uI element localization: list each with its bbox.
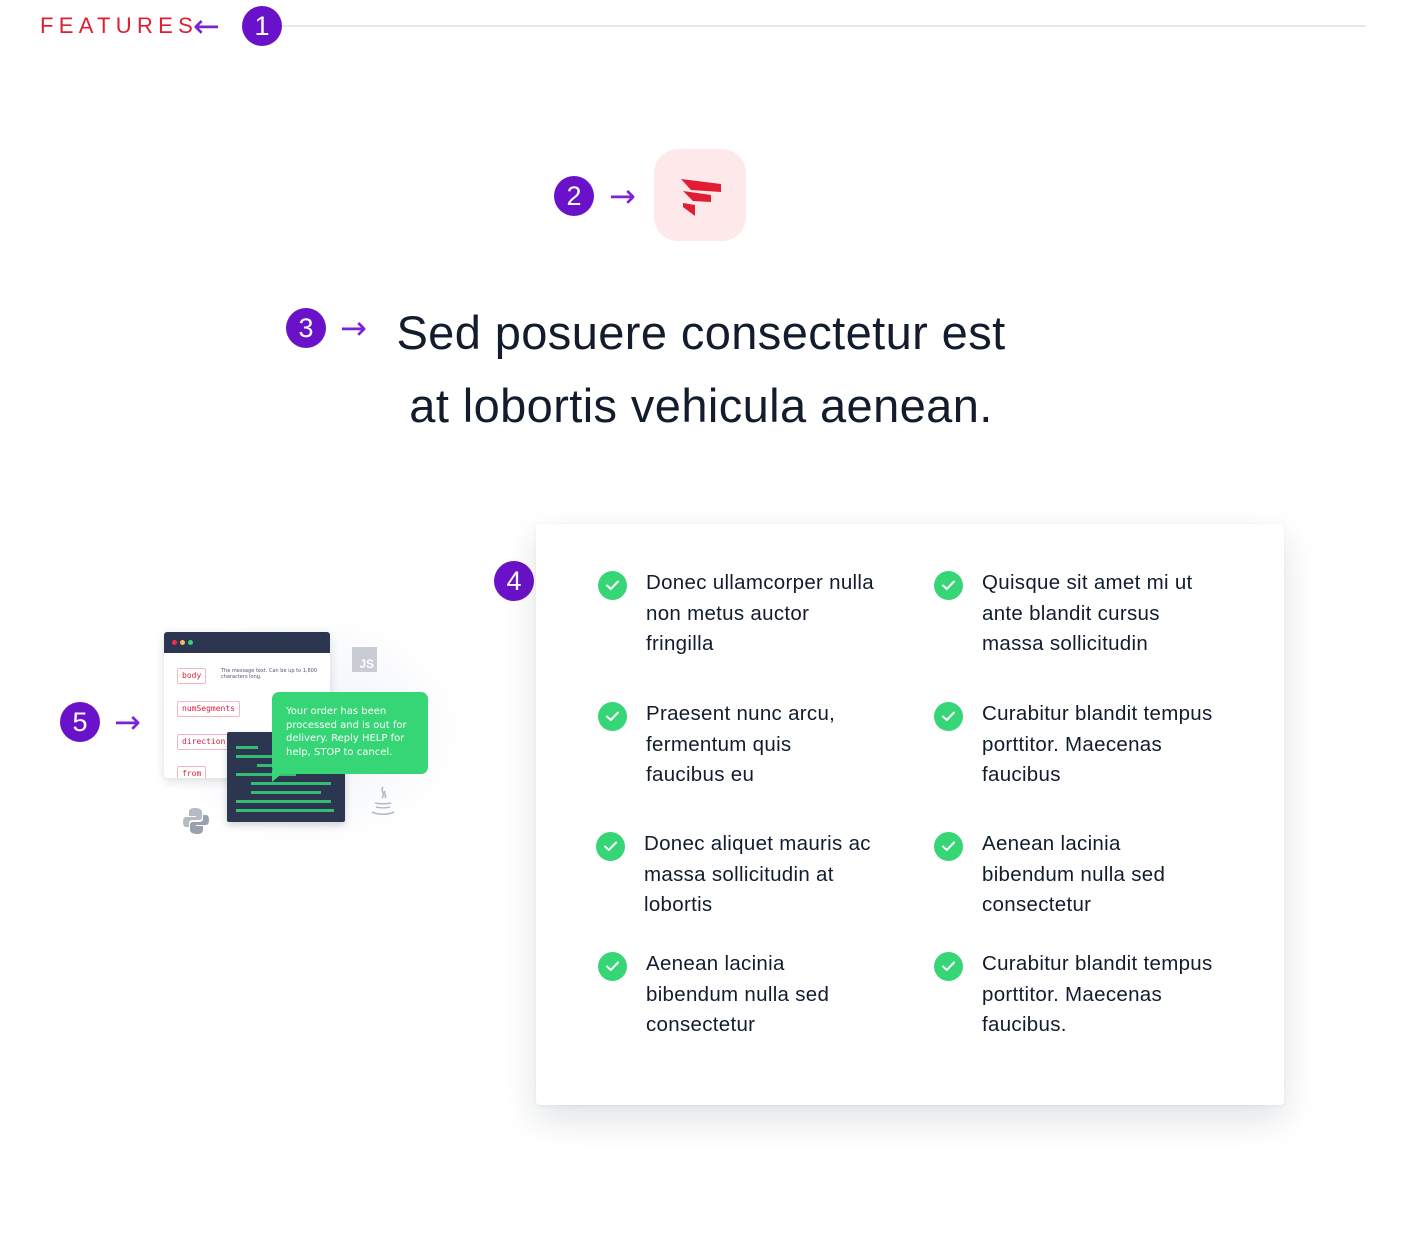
- features-eyebrow-label: FEATURES: [40, 13, 199, 38]
- feature-text-line: massa sollicitudin: [982, 632, 1149, 656]
- feature-text-line: Donec ullamcorper nulla: [646, 571, 874, 594]
- java-icon: [371, 786, 395, 816]
- feature-text-line: non metus auctor: [646, 601, 810, 625]
- header-divider: [282, 25, 1366, 27]
- feature-text-line: Curabitur blandit tempus: [982, 702, 1213, 725]
- headline-line-2: at lobortis vehicula aenean.: [409, 379, 993, 432]
- checkmark-icon: [596, 832, 625, 861]
- feature-text: Aenean lacinia bibendum nulla sed consecte…: [646, 949, 906, 1041]
- feature-text-line: faucibus.: [982, 1013, 1067, 1037]
- feature-text-line: Curabitur blandit tempus: [982, 952, 1213, 975]
- param-num-segments: numSegments: [177, 701, 240, 717]
- window-minimize-dot: [180, 640, 185, 645]
- checkmark-icon: [598, 952, 627, 981]
- python-icon: [183, 808, 209, 834]
- annotation-arrow-5: →: [114, 703, 141, 741]
- checkmark-icon: [598, 702, 627, 731]
- feature-text-line: Quisque sit amet mi ut: [982, 571, 1193, 594]
- param-body: body: [177, 668, 207, 684]
- feature-text-line: bibendum nulla sed: [646, 982, 830, 1006]
- annotation-marker-3: 3: [286, 308, 326, 348]
- feature-text: Donec ullamcorper nulla non metus auctor f…: [646, 568, 906, 660]
- feature-text-line: consectetur: [646, 1013, 756, 1037]
- checkmark-icon: [934, 702, 963, 731]
- feature-text-line: fringilla: [646, 632, 714, 656]
- code-line: [236, 800, 331, 803]
- code-line: [236, 746, 258, 749]
- feature-text-line: Donec aliquet mauris ac: [644, 832, 871, 855]
- feature-text: Curabitur blandit tempus porttitor. Maece…: [982, 949, 1242, 1041]
- annotation-marker-1: 1: [242, 6, 282, 46]
- api-illustration: body The message text. Can be up to 1,60…: [150, 600, 470, 860]
- brand-logo-icon: [681, 179, 721, 216]
- annotation-arrow-2: →: [609, 177, 636, 215]
- feature-list-card: Donec ullamcorper nulla non metus auctor f…: [536, 524, 1284, 1105]
- code-line: [251, 782, 331, 785]
- feature-text-line: Aenean lacinia: [646, 952, 785, 975]
- checkmark-icon: [934, 571, 963, 600]
- feature-text-line: faucibus eu: [646, 763, 755, 787]
- headline-line-1: Sed posuere consectetur est: [396, 306, 1006, 359]
- feature-text-line: porttitor. Maecenas: [982, 982, 1163, 1006]
- feature-text-line: massa sollicitudin at: [644, 862, 834, 886]
- param-description: The message text. Can be up to 1,600 cha…: [221, 668, 318, 680]
- window-close-dot: [172, 640, 177, 645]
- window-zoom-dot: [188, 640, 193, 645]
- feature-text: Aenean lacinia bibendum nulla sed consecte…: [982, 829, 1242, 921]
- feature-text: Curabitur blandit tempus porttitor. Maece…: [982, 699, 1242, 791]
- feature-text: Praesent nunc arcu, fermentum quis faucibu…: [646, 699, 906, 791]
- checkmark-icon: [598, 571, 627, 600]
- annotation-arrow-3: →: [340, 309, 367, 347]
- js-icon: JS: [352, 647, 377, 672]
- brand-logo-tile: [654, 149, 746, 241]
- sms-bubble-tail: [272, 770, 286, 782]
- feature-text-line: consectetur: [982, 893, 1092, 917]
- code-line: [251, 791, 321, 794]
- annotation-marker-2: 2: [554, 176, 594, 216]
- feature-text-line: ante blandit cursus: [982, 601, 1160, 625]
- feature-text: Quisque sit amet mi ut ante blandit cursu…: [982, 568, 1242, 660]
- window-title-bar: [164, 632, 330, 653]
- code-line: [236, 809, 334, 812]
- checkmark-icon: [934, 832, 963, 861]
- feature-text: Donec aliquet mauris ac massa sollicitudi…: [644, 829, 904, 921]
- feature-text-line: fermentum quis: [646, 732, 792, 756]
- param-from: from: [177, 766, 207, 778]
- feature-text-line: bibendum nulla sed: [982, 862, 1166, 886]
- feature-text-line: Praesent nunc arcu,: [646, 702, 836, 725]
- feature-text-line: Aenean lacinia: [982, 832, 1121, 855]
- annotation-marker-5: 5: [60, 702, 100, 742]
- page-headline: Sed posuere consectetur est at lobortis …: [380, 296, 1022, 442]
- checkmark-icon: [934, 952, 963, 981]
- feature-text-line: lobortis: [644, 893, 713, 917]
- sms-message-bubble: Your order has been processed and is out…: [272, 692, 428, 774]
- feature-text-line: porttitor. Maecenas: [982, 732, 1163, 756]
- feature-text-line: faucibus: [982, 763, 1061, 787]
- annotation-arrow-1: ←: [193, 7, 220, 45]
- annotation-marker-4: 4: [494, 561, 534, 601]
- param-direction: direction: [177, 734, 231, 750]
